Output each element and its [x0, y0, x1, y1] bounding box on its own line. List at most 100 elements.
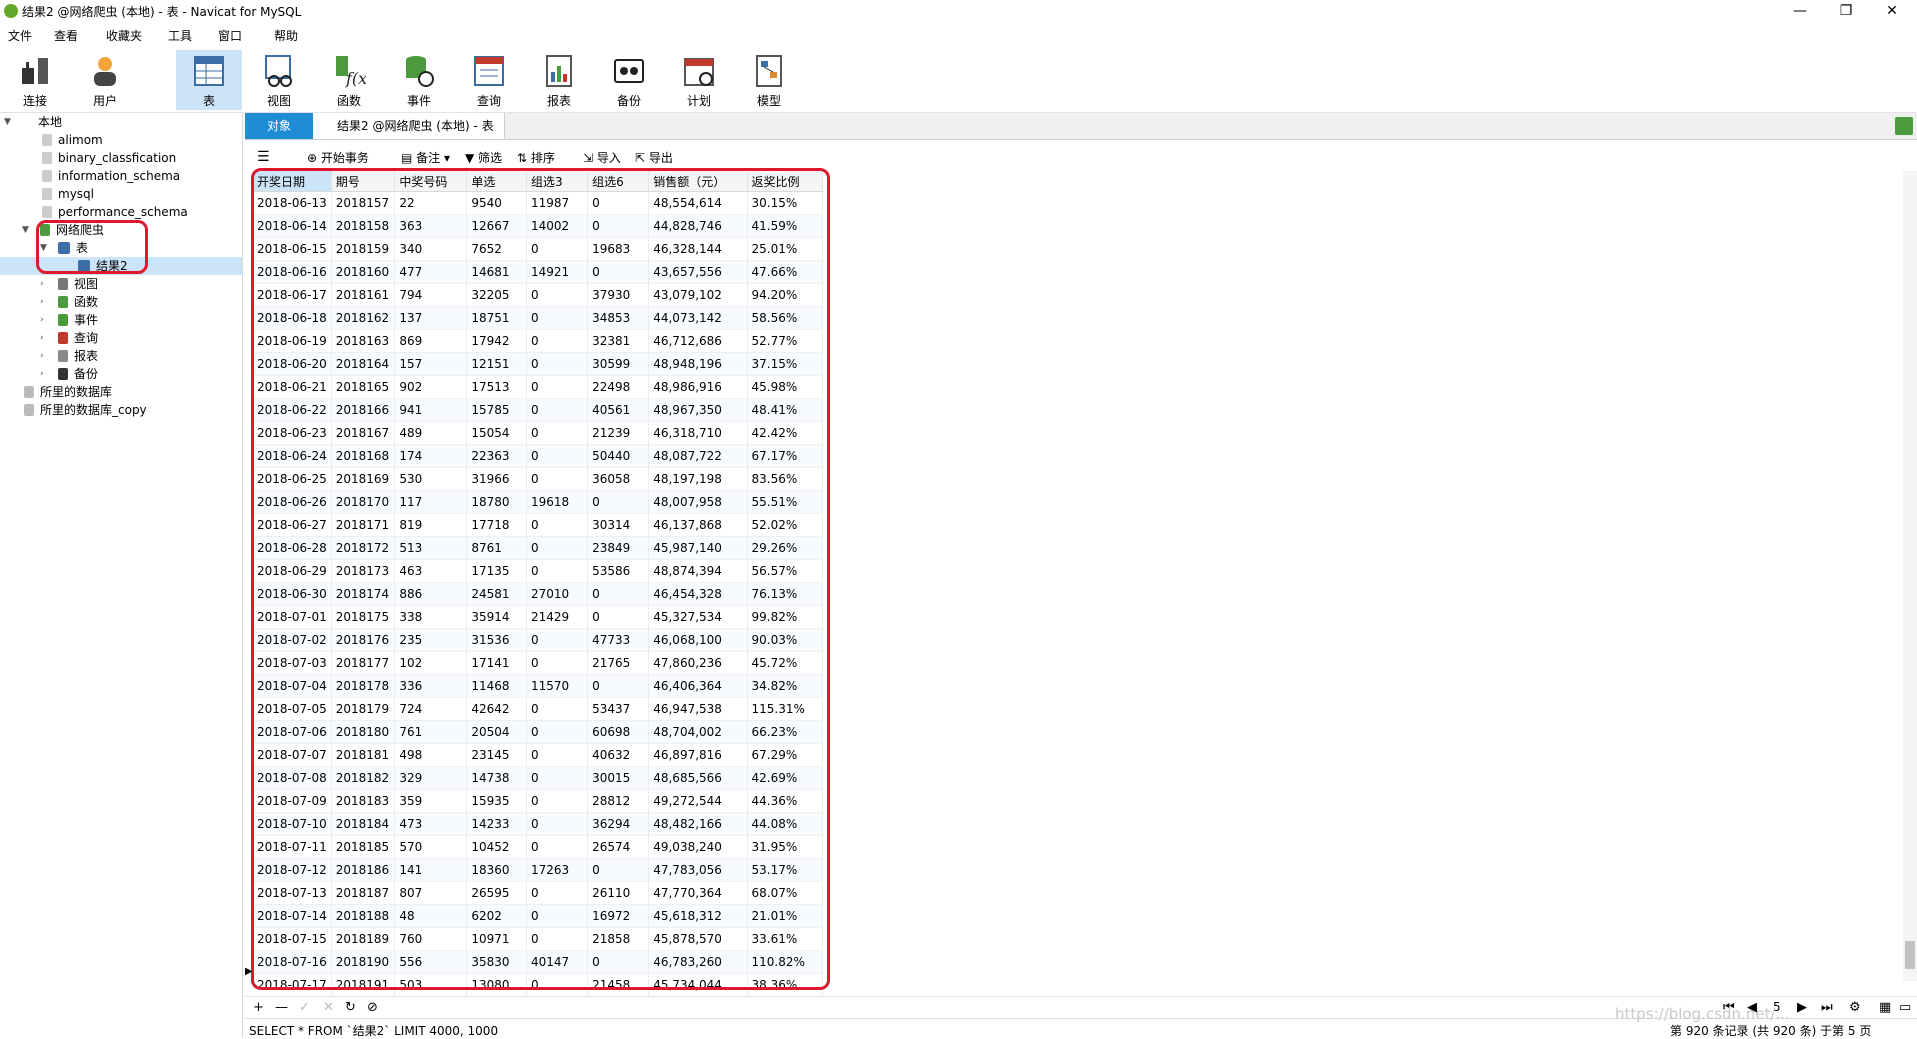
import-button[interactable]: ⇲ 导入: [583, 149, 621, 166]
model-button[interactable]: 模型: [738, 50, 800, 110]
chevron-right-icon[interactable]: ›: [40, 311, 44, 329]
backup-button[interactable]: 备份: [598, 50, 660, 110]
menu-view[interactable]: 查看: [54, 27, 78, 44]
query-icon: [474, 56, 504, 86]
minimize-button[interactable]: —: [1777, 0, 1823, 22]
chevron-right-icon[interactable]: ›: [40, 347, 44, 365]
tree-reports-node[interactable]: › 报表: [40, 347, 98, 365]
report-button[interactable]: 报表: [528, 50, 590, 110]
tab-objects[interactable]: 对象: [245, 113, 313, 139]
navicat-logo-icon: [4, 4, 18, 18]
database-icon: [42, 206, 52, 218]
view-icon: [58, 278, 68, 290]
backup-icon: [58, 368, 68, 380]
tree-backups-node[interactable]: › 备份: [40, 365, 98, 383]
user-button[interactable]: 用户: [74, 50, 136, 110]
tree-queries-node[interactable]: › 查询: [40, 329, 98, 347]
connection-icon: [24, 386, 34, 398]
connection-icon: [22, 116, 32, 128]
stop-button[interactable]: ⊘: [367, 1000, 378, 1015]
database-icon: [42, 170, 52, 182]
refresh-button[interactable]: ↻: [345, 1000, 356, 1015]
tab-strip: 对象 结果2 @网络爬虫 (本地) - 表: [245, 113, 1917, 140]
watermark: https://blog.csdn.net/...: [1615, 1005, 1790, 1023]
begin-transaction-button[interactable]: ⊕ 开始事务: [307, 149, 369, 166]
tree-db-binary-classfication[interactable]: binary_classfication: [42, 149, 176, 167]
menu-file[interactable]: 文件: [8, 27, 32, 44]
function-icon: [58, 296, 68, 308]
function-button[interactable]: f(x) 函数: [318, 50, 380, 110]
chevron-right-icon[interactable]: ›: [40, 275, 44, 293]
close-button[interactable]: ✕: [1869, 0, 1915, 22]
form-view-icon[interactable]: ▭: [1899, 1000, 1911, 1015]
chevron-down-icon[interactable]: ▼: [4, 113, 11, 131]
tree-db-alimom[interactable]: alimom: [42, 131, 103, 149]
tree-connection-other-1[interactable]: 所里的数据库: [24, 383, 112, 401]
filter-button[interactable]: ▼ 筛选: [465, 149, 502, 166]
tree-db-information-schema[interactable]: information_schema: [42, 167, 180, 185]
memo-button[interactable]: ▤ 备注 ▾: [401, 149, 450, 166]
event-button[interactable]: 事件: [388, 50, 450, 110]
grid-toolbar: ☰ ⊕ 开始事务 ▤ 备注 ▾ ▼ 筛选 ⇅ 排序 ⇲ 导入 ⇱ 导出: [245, 145, 1917, 169]
tree-db-mysql[interactable]: mysql: [42, 185, 94, 203]
database-icon: [42, 188, 52, 200]
user-icon: [94, 57, 116, 86]
tree-db-performance-schema[interactable]: performance_schema: [42, 203, 188, 221]
view-button[interactable]: 视图: [248, 50, 310, 110]
tree-functions-node[interactable]: › 函数: [40, 293, 98, 311]
cancel-edit-button[interactable]: ✕: [323, 1000, 334, 1015]
connection-button[interactable]: 连接: [4, 50, 66, 110]
grid-view-icon[interactable]: ▦: [1879, 1000, 1891, 1015]
vertical-scrollbar[interactable]: [1903, 171, 1917, 981]
table-button[interactable]: 表: [176, 50, 242, 110]
connection-icon: [24, 404, 34, 416]
highlight-box-grid: [251, 168, 830, 990]
model-icon: [756, 55, 782, 87]
chevron-right-icon[interactable]: ›: [40, 365, 44, 383]
event-icon: [58, 314, 68, 326]
chevron-right-icon[interactable]: ›: [40, 329, 44, 347]
tab-result[interactable]: 结果2 @网络爬虫 (本地) - 表: [313, 113, 505, 139]
settings-gear-icon[interactable]: ⚙: [1849, 1000, 1861, 1015]
record-count: 第 920 条记录 (共 920 条) 于第 5 页: [1670, 1024, 1872, 1038]
chevron-right-icon[interactable]: ›: [40, 293, 44, 311]
status-bar: SELECT * FROM `结果2` LIMIT 4000, 1000 htt…: [245, 1005, 1917, 1039]
last-page-icon[interactable]: ⏭: [1821, 1000, 1833, 1015]
add-record-button[interactable]: +: [253, 1000, 264, 1015]
window-title: 结果2 @网络爬虫 (本地) - 表 - Navicat for MySQL: [22, 5, 302, 19]
main-toolbar: 连接 用户 表 视图 f(x) 函数 事件 查询 报表 备份 计划 模型: [0, 46, 1917, 113]
delete-record-button[interactable]: —: [275, 1000, 288, 1015]
menu-lines-icon[interactable]: ☰: [257, 149, 270, 165]
tree-events-node[interactable]: › 事件: [40, 311, 98, 329]
schedule-button[interactable]: 计划: [668, 50, 730, 110]
export-button[interactable]: ⇱ 导出: [635, 149, 673, 166]
menu-favorites[interactable]: 收藏夹: [106, 27, 142, 44]
navigation-tree: ▼ 本地 alimom binary_classfication informa…: [0, 113, 243, 1038]
view-icon: [265, 55, 292, 87]
menu-tools[interactable]: 工具: [168, 27, 192, 44]
menu-help[interactable]: 帮助: [274, 27, 298, 44]
sql-statement: SELECT * FROM `结果2` LIMIT 4000, 1000: [249, 1024, 499, 1038]
backup-icon: [614, 59, 644, 83]
query-button[interactable]: 查询: [458, 50, 520, 110]
scrollbar-thumb[interactable]: [1905, 941, 1915, 969]
database-icon: [42, 152, 52, 164]
title-bar: 结果2 @网络爬虫 (本地) - 表 - Navicat for MySQL —…: [0, 0, 1917, 22]
next-page-icon[interactable]: ▶: [1797, 1000, 1807, 1015]
report-icon: [546, 55, 572, 87]
tree-views-node[interactable]: › 视图: [40, 275, 98, 293]
new-tab-icon[interactable]: [1895, 117, 1913, 135]
maximize-button[interactable]: ❐: [1823, 0, 1869, 22]
highlight-box-tree: [36, 220, 148, 274]
apply-button[interactable]: ✓: [299, 1000, 310, 1015]
schedule-icon: [684, 58, 714, 86]
chevron-down-icon[interactable]: ▼: [22, 221, 29, 239]
connection-icon: [22, 58, 48, 84]
tree-connection-other-2[interactable]: 所里的数据库_copy: [24, 401, 147, 419]
function-icon: f(x): [336, 56, 366, 88]
event-icon: [406, 56, 434, 87]
menu-window[interactable]: 窗口: [218, 27, 242, 44]
sort-button[interactable]: ⇅ 排序: [517, 149, 555, 166]
tree-connection-local[interactable]: ▼ 本地: [4, 113, 62, 131]
menu-bar: 文件 查看 收藏夹 工具 窗口 帮助: [0, 22, 1917, 46]
